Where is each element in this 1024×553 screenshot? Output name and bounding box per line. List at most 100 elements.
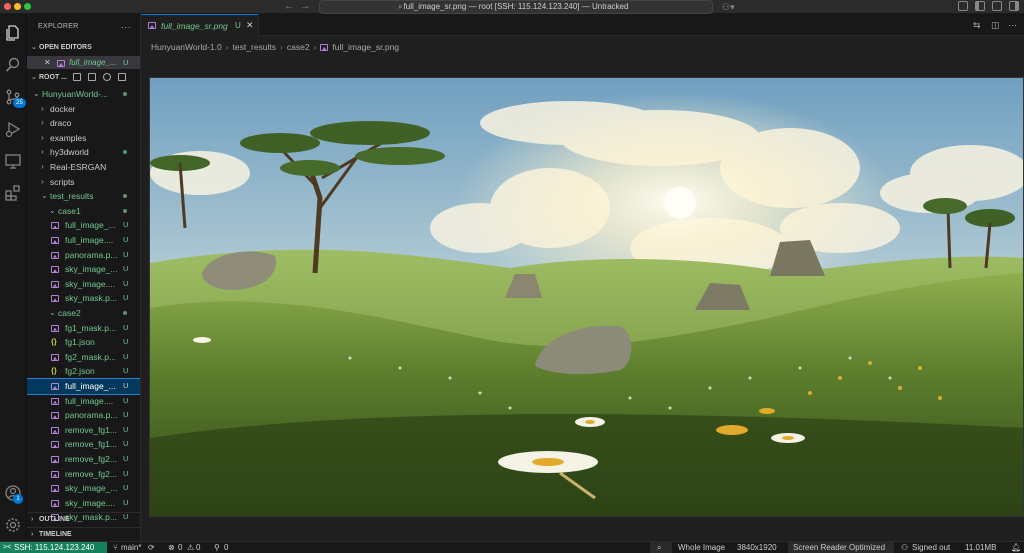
untracked-badge: U <box>123 235 129 244</box>
file-item[interactable]: full_image_... U <box>27 378 140 395</box>
file-item[interactable]: full_image.... U <box>27 233 140 248</box>
run-debug-icon[interactable] <box>4 120 22 138</box>
minimize-window-button[interactable] <box>14 3 21 10</box>
tab-full-image-sr[interactable]: full_image_sr.png U ✕ <box>141 14 259 36</box>
chevron-down-icon: ⌄ <box>41 191 48 201</box>
file-item[interactable]: remove_fg1... U <box>27 423 140 438</box>
folder-item[interactable]: › draco <box>27 116 140 131</box>
customize-layout-icon[interactable] <box>958 1 968 11</box>
explorer-header: EXPLORER ··· <box>27 20 140 34</box>
zoom-button[interactable]: ⌕ <box>650 542 672 553</box>
tree-item-label: sky_image_... <box>65 264 118 275</box>
search-icon[interactable] <box>4 56 22 74</box>
untracked-badge: U <box>123 366 129 376</box>
folder-item[interactable]: ⌄ HunyuanWorld-... <box>27 87 140 102</box>
file-item[interactable]: {} fg2.json U <box>27 364 140 379</box>
modified-dot-icon <box>123 150 127 155</box>
collapse-all-icon[interactable] <box>118 73 126 81</box>
tree-item-label: scripts <box>50 176 75 187</box>
tree-item-label: panorama.p... <box>65 410 118 421</box>
timeline-section[interactable]: › TIMELINE <box>27 527 140 540</box>
chevron-right-icon: › <box>31 531 34 538</box>
open-editors-section[interactable]: ⌄ OPEN EDITORS <box>27 41 140 54</box>
file-item[interactable]: full_image.... U <box>27 394 140 409</box>
notifications-icon[interactable]: 🔔︎ <box>1011 542 1021 553</box>
remote-indicator[interactable]: SSH: 115.124.123.240 <box>0 542 107 553</box>
breadcrumb-item[interactable]: test_results <box>233 42 276 52</box>
image-file-icon <box>148 22 156 29</box>
maximize-window-button[interactable] <box>24 3 31 10</box>
file-item[interactable]: remove_fg1... U <box>27 437 140 452</box>
more-actions-icon[interactable]: ··· <box>1008 20 1017 30</box>
folder-item[interactable]: › hy3dworld <box>27 145 140 160</box>
explorer-icon[interactable] <box>4 24 22 42</box>
file-item[interactable]: fg2_mask.p... U <box>27 350 140 365</box>
more-actions-icon[interactable]: ··· <box>121 20 131 34</box>
tree-item-label: test_results <box>50 191 94 202</box>
file-item[interactable]: remove_fg2... U <box>27 452 140 467</box>
extensions-icon[interactable] <box>4 184 22 202</box>
copilot-icon[interactable]: ⚇▾ <box>722 0 735 14</box>
split-editor-icon[interactable]: ◫ <box>991 20 1000 31</box>
breadcrumb-item[interactable]: full_image_sr.png <box>332 42 399 52</box>
toggle-primary-sidebar-icon[interactable] <box>975 1 985 11</box>
file-item[interactable]: sky_image.... U <box>27 496 140 511</box>
new-file-icon[interactable] <box>73 73 81 81</box>
toggle-secondary-sidebar-icon[interactable] <box>1009 1 1019 11</box>
back-arrow-icon[interactable]: ← <box>284 0 294 14</box>
image-file-icon <box>51 280 59 288</box>
manage-gear-icon[interactable] <box>4 516 22 534</box>
folder-item[interactable]: ⌄ case1 <box>27 204 140 219</box>
ports-count[interactable]: 0 <box>224 542 228 553</box>
error-icon: ⊗ <box>168 543 175 552</box>
file-item[interactable]: panorama.p... U <box>27 248 140 263</box>
command-center[interactable]: ⌕ full_image_sr.png — root [SSH: 115.124… <box>319 0 713 14</box>
folder-item[interactable]: › Real-ESRGAN <box>27 160 140 175</box>
new-folder-icon[interactable] <box>88 73 96 81</box>
screen-reader-status[interactable]: Screen Reader Optimized <box>788 542 894 553</box>
account-status[interactable]: Signed out <box>912 542 950 553</box>
file-item[interactable]: sky_image.... U <box>27 277 140 292</box>
breadcrumb-item[interactable]: HunyuanWorld-1.0 <box>151 42 222 52</box>
warning-count[interactable]: 0 <box>196 542 200 553</box>
breadcrumb-item[interactable]: case2 <box>287 42 310 52</box>
file-item[interactable]: fg1_mask.p... U <box>27 321 140 336</box>
search-icon: ⌕ <box>398 2 403 11</box>
file-item[interactable]: remove_fg2... U <box>27 467 140 482</box>
tree-item-label: hy3dworld <box>50 147 89 158</box>
file-item[interactable]: full_image_... U <box>27 218 140 233</box>
image-file-icon <box>320 44 329 51</box>
close-tab-icon[interactable]: ✕ <box>246 20 254 31</box>
open-changes-icon[interactable]: ⇆ <box>973 20 981 31</box>
root-folder-header[interactable]: ⌄ ROOT ... <box>27 71 140 84</box>
zoom-level[interactable]: Whole Image <box>678 542 725 553</box>
file-item[interactable]: {} fg1.json U <box>27 335 140 350</box>
folder-item[interactable]: › scripts <box>27 175 140 190</box>
branch-label[interactable]: main* <box>121 542 141 553</box>
tree-item-label: fg2_mask.p... <box>65 351 117 362</box>
folder-item[interactable]: ⌄ test_results <box>27 189 140 204</box>
accounts-badge: 1 <box>13 494 23 504</box>
file-item[interactable]: sky_mask.p... U <box>27 291 140 306</box>
sync-icon[interactable]: ⟳ <box>148 542 155 553</box>
forward-arrow-icon[interactable]: → <box>300 0 310 14</box>
untracked-badge: U <box>123 249 129 259</box>
remote-explorer-icon[interactable] <box>4 152 22 170</box>
file-item[interactable]: panorama.p... U <box>27 408 140 423</box>
folder-item[interactable]: ⌄ case2 <box>27 306 140 321</box>
open-editor-item[interactable]: ✕ full_image_... U <box>27 56 140 69</box>
close-window-button[interactable] <box>4 3 11 10</box>
untracked-badge: U <box>123 410 129 420</box>
panorama-image[interactable] <box>149 77 1024 517</box>
refresh-icon[interactable] <box>103 73 111 81</box>
error-count[interactable]: 0 <box>178 542 182 553</box>
folder-item[interactable]: › examples <box>27 131 140 146</box>
file-item[interactable]: sky_image_... U <box>27 481 140 496</box>
file-item[interactable]: sky_image_... U <box>27 262 140 277</box>
outline-label: OUTLINE <box>39 516 70 523</box>
toggle-panel-icon[interactable] <box>992 1 1002 11</box>
tree-item-label: sky_image_... <box>65 483 118 494</box>
close-icon[interactable]: ✕ <box>44 56 51 69</box>
outline-section[interactable]: › OUTLINE <box>27 512 140 525</box>
folder-item[interactable]: › docker <box>27 102 140 117</box>
